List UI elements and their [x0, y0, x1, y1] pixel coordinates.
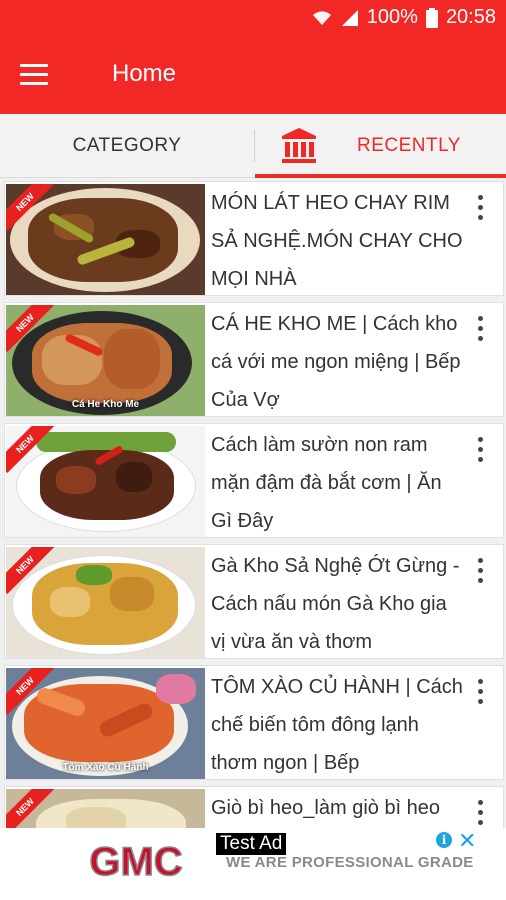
battery-icon [425, 7, 438, 28]
list-item[interactable]: NEW Gà Kho Sả Nghệ Ớt Gừng - Cách nấu mó… [4, 544, 504, 659]
video-thumbnail: NEW [6, 426, 205, 537]
wifi-icon [311, 9, 333, 27]
list-item[interactable]: NEW Giò bì heo_làm giò bì heo [4, 786, 504, 828]
status-bar: 100% 20:58 [0, 0, 506, 38]
tab-recently[interactable]: RECENTLY [255, 114, 506, 177]
video-thumbnail: NEW Cá He Kho Me [6, 305, 205, 416]
list-item[interactable]: NEW MÓN LÁT HEO CHAY RIM SẢ NGHỆ.MÓN CHA… [4, 181, 504, 296]
tab-recently-label: RECENTLY [357, 135, 461, 156]
status-bar-right: 100% 20:58 [311, 6, 496, 29]
list-item[interactable]: NEW Tôm Xào Củ Hành TÔM XÀO CỦ HÀNH | Cá… [4, 665, 504, 780]
video-thumbnail: NEW [6, 547, 205, 658]
video-thumbnail: NEW [6, 789, 205, 828]
signal-icon [341, 9, 359, 27]
video-thumbnail: NEW Tôm Xào Củ Hành [6, 668, 205, 779]
more-vert-icon[interactable] [475, 558, 485, 584]
more-vert-icon[interactable] [475, 437, 485, 463]
ad-banner[interactable]: GMC Test Ad WE ARE PROFESSIONAL GRADE i … [0, 828, 506, 900]
battery-percent: 100% [366, 6, 418, 28]
more-vert-icon[interactable] [475, 316, 485, 342]
video-title: Giò bì heo_làm giò bì heo [211, 797, 441, 819]
more-vert-icon[interactable] [475, 800, 485, 826]
list-item[interactable]: NEW Cách làm sườn non ram mặn đậm đà bắt… [4, 423, 504, 538]
video-title: Cách làm sườn non ram mặn đậm đà bắt cơm… [211, 434, 442, 532]
thumbnail-caption: Tôm Xào Củ Hành [62, 762, 149, 773]
thumbnail-caption: Cá He Kho Me [71, 399, 140, 410]
more-vert-icon[interactable] [475, 195, 485, 221]
more-vert-icon[interactable] [475, 679, 485, 705]
test-ad-label: Test Ad [216, 833, 287, 855]
list-item[interactable]: NEW Cá He Kho Me CÁ HE KHO ME | Cách kho… [4, 302, 504, 417]
app-bar: Home [0, 38, 506, 114]
video-list[interactable]: NEW MÓN LÁT HEO CHAY RIM SẢ NGHỆ.MÓN CHA… [0, 178, 506, 828]
video-title: Gà Kho Sả Nghệ Ớt Gừng - Cách nấu món Gà… [211, 555, 460, 653]
tab-category[interactable]: CATEGORY [0, 114, 254, 177]
clock: 20:58 [445, 6, 496, 28]
video-title: CÁ HE KHO ME | Cách kho cá với me ngon m… [211, 313, 461, 411]
close-icon[interactable]: ✕ [458, 828, 476, 854]
video-title: TÔM XÀO CỦ HÀNH | Cách chế biến tôm đông… [211, 676, 463, 774]
ad-tagline: WE ARE PROFESSIONAL GRADE [226, 854, 474, 871]
video-title: MÓN LÁT HEO CHAY RIM SẢ NGHỆ.MÓN CHAY CH… [211, 192, 463, 290]
bank-building-icon [281, 127, 317, 171]
hamburger-menu-icon[interactable] [20, 64, 48, 86]
ad-info-icon[interactable]: i [436, 832, 452, 848]
brand-logo: GMC [56, 839, 216, 885]
tab-category-label: CATEGORY [72, 134, 182, 156]
video-thumbnail: NEW [6, 184, 205, 295]
brand-logo-text: GMC [89, 842, 182, 882]
app-title: Home [112, 60, 177, 87]
tab-bar: CATEGORY RECENTLY [0, 114, 506, 178]
